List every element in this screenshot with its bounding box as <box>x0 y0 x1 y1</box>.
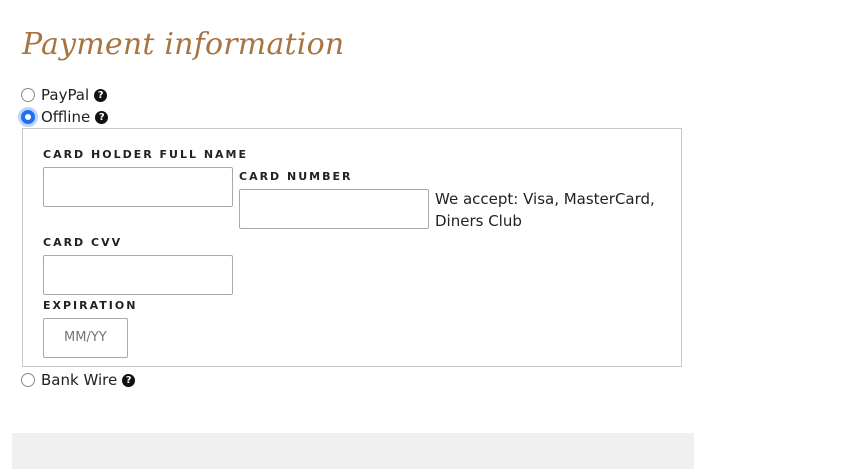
card-holder-input[interactable] <box>43 167 233 207</box>
expiration-label: EXPIRATION <box>43 299 138 312</box>
payment-option-offline[interactable]: Offline ? <box>20 106 109 128</box>
card-number-label: CARD NUMBER <box>239 170 353 183</box>
offline-radio[interactable] <box>21 110 35 124</box>
expiration-placeholder: MM/YY <box>64 330 107 345</box>
offline-label[interactable]: Offline <box>41 106 90 128</box>
paypal-radio[interactable] <box>21 88 35 102</box>
footer-panel <box>12 433 694 469</box>
payment-option-bank-wire[interactable]: Bank Wire ? <box>20 369 136 391</box>
accepted-cards-note: We accept: Visa, MasterCard, Diners Club <box>435 190 655 230</box>
question-circle-icon[interactable]: ? <box>95 110 109 124</box>
card-cvv-input[interactable] <box>43 255 233 295</box>
paypal-label[interactable]: PayPal <box>41 84 89 106</box>
page-title: Payment information <box>22 27 345 62</box>
card-holder-label: CARD HOLDER FULL NAME <box>43 148 249 161</box>
bank-wire-radio[interactable] <box>21 373 35 387</box>
card-number-input[interactable] <box>239 189 429 229</box>
bank-wire-label[interactable]: Bank Wire <box>41 369 117 391</box>
question-circle-icon[interactable]: ? <box>122 373 136 387</box>
question-circle-icon[interactable]: ? <box>94 88 108 102</box>
card-cvv-label: CARD CVV <box>43 236 123 249</box>
payment-option-paypal[interactable]: PayPal ? <box>20 84 108 106</box>
